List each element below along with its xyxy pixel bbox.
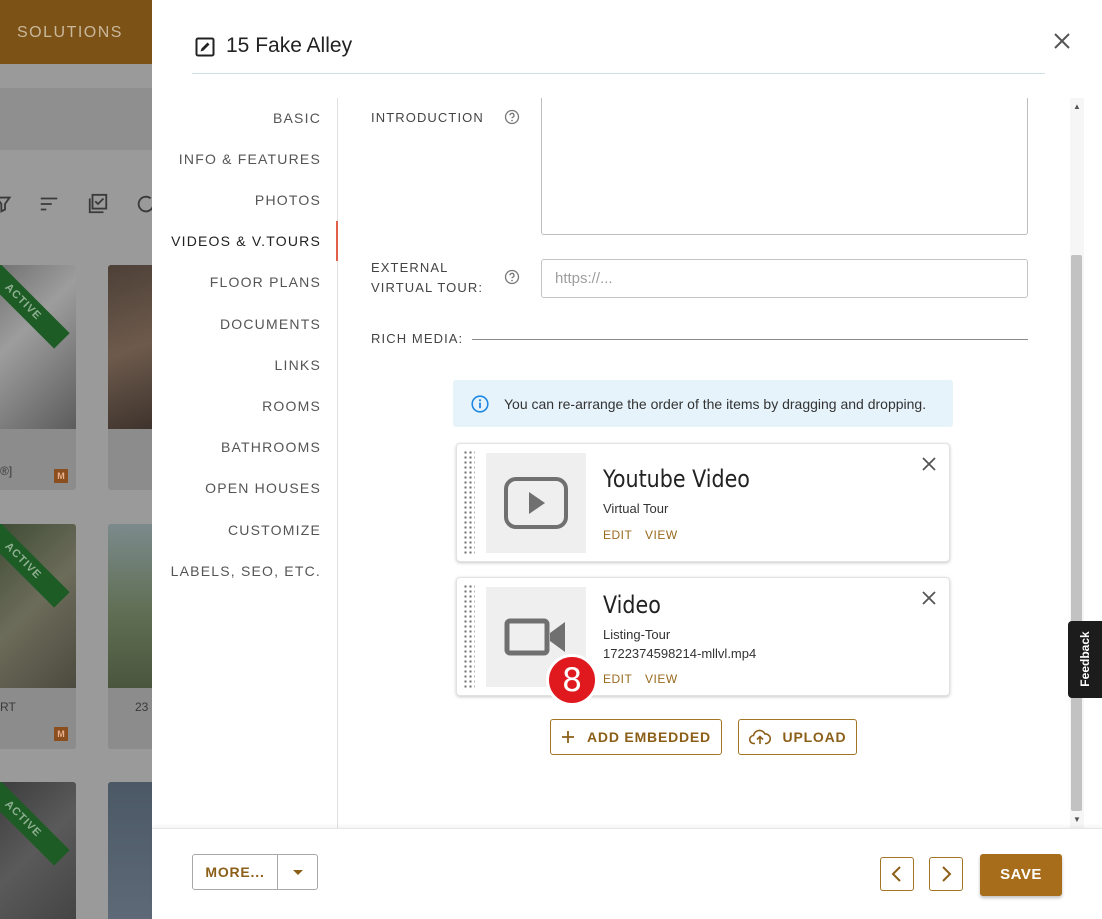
- listing-card[interactable]: 23: [108, 524, 152, 749]
- add-embedded-button[interactable]: ADD EMBEDDED: [550, 719, 722, 755]
- upload-button[interactable]: UPLOAD: [738, 719, 857, 755]
- next-listing-button[interactable]: [929, 857, 963, 891]
- media-type: Listing-Tour: [603, 627, 671, 642]
- feedback-label: Feedback: [1078, 631, 1092, 687]
- save-button[interactable]: SAVE: [980, 854, 1062, 896]
- media-item[interactable]: Video Listing-Tour 1722374598214-mllvl.m…: [456, 577, 950, 696]
- close-icon[interactable]: [1052, 31, 1072, 51]
- cloud-upload-icon: [748, 729, 771, 745]
- media-item[interactable]: Youtube Video Virtual Tour EDIT VIEW: [456, 443, 950, 562]
- listing-card[interactable]: ACTIVE: [0, 782, 76, 919]
- search-band: [0, 88, 152, 150]
- filter-icon[interactable]: [0, 193, 16, 215]
- previous-listing-button[interactable]: [880, 857, 914, 891]
- virtual-tour-label-line1: EXTERNAL: [371, 260, 449, 275]
- play-icon: [504, 477, 568, 529]
- video-camera-icon: [504, 618, 565, 656]
- introduction-label: INTRODUCTION: [371, 110, 484, 125]
- mls-badge: M: [54, 727, 68, 741]
- scroll-up-arrow-icon[interactable]: ▲: [1072, 102, 1082, 112]
- upload-label: UPLOAD: [782, 729, 847, 745]
- more-split-button: MORE...: [192, 854, 318, 890]
- help-icon[interactable]: [504, 109, 520, 125]
- listing-card[interactable]: [108, 265, 152, 490]
- app-topbar: SOLUTIONS: [0, 0, 152, 64]
- nav-labels-seo[interactable]: LABELS, SEO, ETC.: [171, 563, 321, 579]
- plus-icon: [562, 731, 575, 743]
- nav-videos-tours[interactable]: VIDEOS & V.TOURS: [171, 233, 321, 249]
- rich-media-divider: [472, 339, 1028, 340]
- media-view-link[interactable]: VIEW: [645, 528, 678, 542]
- edit-listing-dialog: 15 Fake Alley BASIC INFO & FEATURES PHOT…: [152, 0, 1102, 919]
- nav-rooms[interactable]: ROOMS: [262, 398, 321, 414]
- media-edit-link[interactable]: EDIT: [603, 528, 632, 542]
- rich-media-label: RICH MEDIA:: [371, 331, 464, 346]
- help-icon[interactable]: [504, 269, 520, 285]
- scrollbar-thumb[interactable]: [1071, 255, 1082, 811]
- info-icon: [471, 395, 489, 413]
- mls-badge: M: [54, 469, 68, 483]
- media-thumbnail: [486, 453, 586, 553]
- virtual-tour-input[interactable]: [541, 259, 1028, 298]
- media-filename: 1722374598214-mllvl.mp4: [603, 646, 757, 661]
- step-marker: 8: [546, 654, 598, 706]
- media-title: Youtube Video: [603, 465, 750, 493]
- dialog-footer: MORE... SAVE: [152, 828, 1102, 919]
- edit-icon: [195, 37, 215, 57]
- introduction-textarea[interactable]: [541, 98, 1028, 235]
- nav-links[interactable]: LINKS: [275, 357, 321, 373]
- drag-handle[interactable]: [463, 450, 475, 555]
- listing-caption: RT: [0, 700, 16, 714]
- listing-photo: [108, 782, 152, 919]
- nav-floor-plans[interactable]: FLOOR PLANS: [210, 274, 321, 290]
- chevron-right-icon: [942, 866, 952, 882]
- nav-basic[interactable]: BASIC: [273, 110, 321, 126]
- section-nav: BASIC INFO & FEATURES PHOTOS VIDEOS & V.…: [152, 98, 338, 828]
- active-nav-indicator: [336, 221, 338, 261]
- listing-photo: [108, 265, 152, 429]
- sort-icon[interactable]: [38, 193, 60, 215]
- listing-photo: [108, 524, 152, 688]
- media-view-link[interactable]: VIEW: [645, 672, 678, 686]
- nav-open-houses[interactable]: OPEN HOUSES: [205, 480, 321, 496]
- listing-caption: ®]: [0, 464, 13, 478]
- media-type: Virtual Tour: [603, 501, 669, 516]
- virtual-tour-label-line2: VIRTUAL TOUR:: [371, 280, 484, 295]
- topbar-solutions-label[interactable]: SOLUTIONS: [17, 24, 123, 42]
- more-button[interactable]: MORE...: [193, 855, 277, 889]
- refresh-icon[interactable]: [135, 193, 152, 215]
- feedback-tab[interactable]: Feedback: [1068, 621, 1102, 698]
- nav-customize[interactable]: CUSTOMIZE: [228, 522, 321, 538]
- caret-down-icon: [293, 870, 303, 875]
- reorder-info-alert: You can re-arrange the order of the item…: [453, 380, 953, 427]
- chevron-left-icon: [891, 866, 901, 882]
- drag-handle[interactable]: [463, 584, 475, 689]
- more-dropdown-toggle[interactable]: [278, 855, 318, 889]
- scroll-down-arrow-icon[interactable]: ▼: [1072, 815, 1082, 825]
- nav-documents[interactable]: DOCUMENTS: [220, 316, 321, 332]
- listing-card[interactable]: [108, 782, 152, 919]
- listing-card[interactable]: ACTIVE RT M: [0, 524, 76, 749]
- listing-caption: 23: [135, 700, 149, 714]
- virtual-tour-label: EXTERNAL VIRTUAL TOUR:: [371, 258, 483, 298]
- nav-photos[interactable]: PHOTOS: [255, 192, 321, 208]
- media-title: Video: [603, 591, 661, 619]
- background-app: SOLUTIONS ACTIVE ®] M ACTIVE RT M 23 ACT…: [0, 0, 152, 919]
- nav-info-features[interactable]: INFO & FEATURES: [179, 151, 321, 167]
- header-divider: [192, 73, 1045, 74]
- listing-card[interactable]: ACTIVE ®] M: [0, 265, 76, 490]
- nav-bathrooms[interactable]: BATHROOMS: [221, 439, 321, 455]
- remove-media-icon[interactable]: [921, 590, 937, 606]
- add-embedded-label: ADD EMBEDDED: [587, 729, 711, 745]
- dialog-title: 15 Fake Alley: [226, 34, 353, 57]
- select-all-icon[interactable]: [87, 193, 109, 215]
- media-edit-link[interactable]: EDIT: [603, 672, 632, 686]
- remove-media-icon[interactable]: [921, 456, 937, 472]
- info-text: You can re-arrange the order of the item…: [504, 396, 927, 412]
